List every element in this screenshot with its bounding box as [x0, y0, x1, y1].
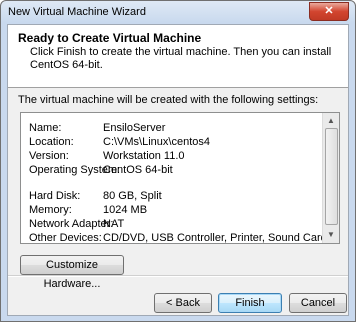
- summary-value: EnsiloServer: [103, 122, 166, 134]
- scroll-up-icon[interactable]: ▲: [323, 113, 339, 129]
- summary-value: 80 GB, Split: [103, 190, 162, 202]
- customize-hardware-button[interactable]: Customize Hardware...: [20, 255, 124, 290]
- summary-value: C:\VMs\Linux\centos4: [103, 136, 210, 148]
- summary-value: CD/DVD, USB Controller, Printer, Sound C…: [103, 232, 323, 243]
- summary-value: 1024 MB: [103, 204, 148, 216]
- wizard-window: New Virtual Machine Wizard ✕ Ready to Cr…: [0, 0, 356, 322]
- summary-key: Version:: [29, 150, 69, 162]
- wizard-client-area: Ready to Create Virtual Machine Click Fi…: [7, 24, 349, 316]
- cancel-button[interactable]: Cancel: [289, 293, 347, 313]
- summary-key: Network Adapter:: [29, 218, 114, 230]
- scroll-thumb[interactable]: [325, 128, 338, 225]
- summary-value: Workstation 11.0: [103, 150, 185, 162]
- settings-list: Name: EnsiloServer Location: C:\VMs\Linu…: [21, 113, 323, 243]
- scroll-down-icon[interactable]: ▼: [323, 227, 339, 243]
- page-title: Ready to Create Virtual Machine: [18, 31, 202, 45]
- settings-summary-box[interactable]: Name: EnsiloServer Location: C:\VMs\Linu…: [20, 112, 340, 244]
- summary-key: Other Devices:: [29, 232, 102, 243]
- wizard-header: Ready to Create Virtual Machine Click Fi…: [8, 25, 348, 88]
- settings-intro-text: The virtual machine will be created with…: [18, 94, 319, 106]
- finish-button[interactable]: Finish: [218, 293, 282, 313]
- footer-divider: [8, 275, 348, 277]
- summary-key: Name:: [29, 122, 62, 134]
- summary-key: Memory:: [29, 204, 72, 216]
- summary-value: NAT: [103, 218, 125, 230]
- summary-key: Location:: [29, 136, 74, 148]
- page-subtitle: Click Finish to create the virtual machi…: [30, 46, 332, 71]
- summary-key: Hard Disk:: [29, 190, 81, 202]
- summary-value: CentOS 64-bit: [103, 164, 173, 176]
- window-title: New Virtual Machine Wizard: [8, 6, 146, 18]
- title-bar[interactable]: New Virtual Machine Wizard ✕: [1, 1, 355, 23]
- close-button[interactable]: ✕: [309, 2, 349, 21]
- back-button[interactable]: < Back: [154, 293, 212, 313]
- close-icon: ✕: [324, 5, 334, 17]
- vertical-scrollbar[interactable]: ▲ ▼: [322, 113, 339, 243]
